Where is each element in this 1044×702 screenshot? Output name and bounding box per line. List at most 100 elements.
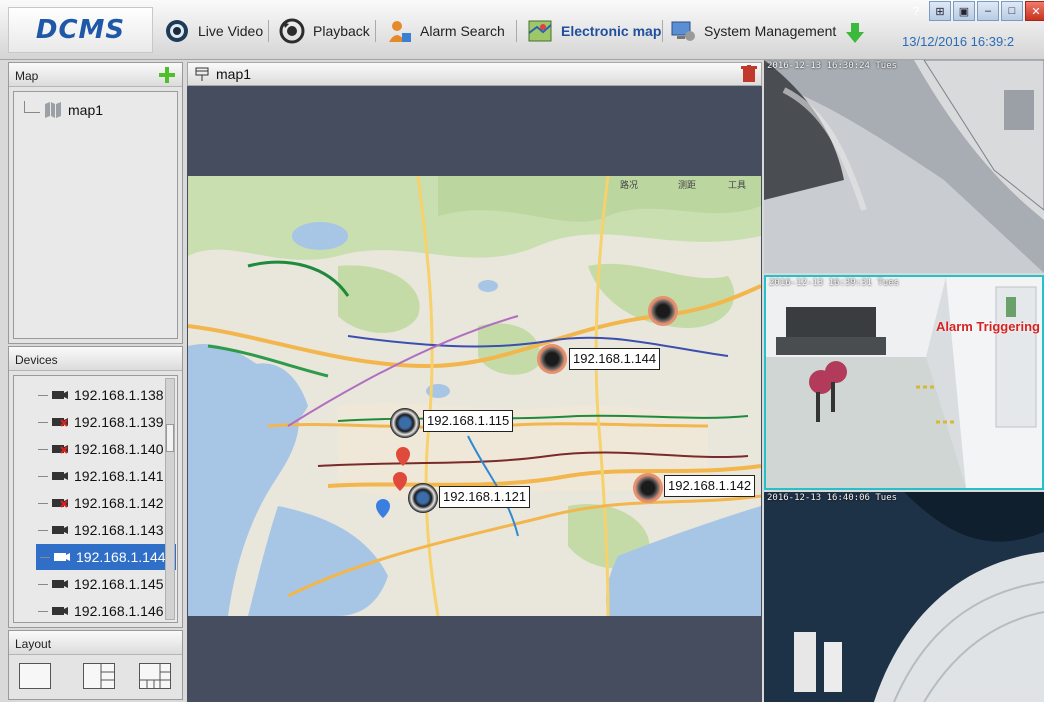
layout-panel-header: Layout — [9, 631, 182, 655]
camera-label: 192.168.1.115 — [423, 410, 514, 432]
map-measure-tool[interactable]: 测距 — [678, 178, 696, 191]
tree-connector — [24, 101, 40, 113]
map-view-header: map1 — [187, 62, 762, 86]
tree-connector — [38, 610, 48, 612]
video-osd-timestamp: 2016-12-13 16:40:06 Tues — [767, 493, 898, 503]
help-button[interactable]: ? — [905, 1, 927, 21]
multi-screen-button[interactable]: ⊞ — [929, 1, 951, 21]
devices-panel: Devices 192.168.1.138 192.168.1.139 192.16… — [8, 346, 183, 628]
alarm-search-icon — [389, 21, 411, 42]
nav-electronic-map[interactable]: Electronic map — [527, 14, 661, 48]
camera-offline-icon — [52, 418, 68, 427]
dcms-window: DCMS Live Video Playback Alarm Search El… — [0, 0, 1044, 702]
clock: 13/12/2016 16:39:2 — [902, 34, 1015, 49]
device-ip-label: 192.168.1.146 — [74, 603, 164, 619]
device-ip-label: 192.168.1.139 — [74, 414, 164, 430]
nav-separator — [375, 20, 376, 42]
map-tools-tool[interactable]: 工具 — [728, 178, 746, 191]
camera-feed — [766, 277, 1042, 488]
layout-grid-button[interactable] — [139, 663, 171, 689]
layout-single-button[interactable] — [19, 663, 51, 689]
tree-connector — [38, 475, 48, 477]
device-ip-label: 192.168.1.142 — [74, 495, 164, 511]
layout-split-button[interactable] — [83, 663, 115, 689]
device-item[interactable]: 192.168.1.138 — [34, 382, 174, 408]
map-tree-item-label: map1 — [68, 102, 104, 118]
camera-icon — [52, 607, 68, 615]
device-ip-label: 192.168.1.141 — [74, 468, 164, 484]
camera-icon — [52, 472, 68, 480]
map-view-title: map1 — [216, 66, 252, 82]
camera-feed — [764, 492, 1044, 702]
device-list-scrollbar[interactable] — [165, 378, 175, 620]
nav-live-video[interactable]: Live Video — [164, 14, 263, 48]
map-tree: map1 — [13, 91, 178, 339]
camera-label: 192.168.1.121 — [439, 486, 531, 508]
map-panel-header: Map — [9, 63, 182, 87]
camera-marker-alarm[interactable] — [648, 296, 678, 326]
device-item[interactable]: 192.168.1.140 — [34, 436, 174, 462]
camera-offline-icon — [52, 445, 68, 454]
map-pin-icon — [195, 67, 209, 81]
nav-alarm-search[interactable]: Alarm Search — [386, 14, 505, 48]
nav-live-video-label: Live Video — [198, 23, 264, 39]
playback-icon — [279, 18, 305, 44]
device-item[interactable]: 192.168.1.141 — [34, 463, 174, 489]
layout-grid-icon — [140, 664, 170, 688]
tree-connector — [38, 502, 48, 504]
nav-alarm-search-label: Alarm Search — [420, 23, 505, 39]
device-ip-label: 192.168.1.144 — [76, 549, 166, 565]
camera-icon — [52, 526, 68, 534]
tree-connector — [38, 583, 48, 585]
camera-offline-icon — [52, 499, 68, 508]
camera-marker-192-168-1-121[interactable] — [408, 483, 438, 513]
nav-playback[interactable]: Playback — [279, 14, 370, 48]
tree-connector — [38, 421, 48, 423]
video-pane[interactable]: 2016-12-13 16:30:24 Tues — [764, 60, 1044, 273]
device-item[interactable]: 192.168.1.144 — [36, 544, 176, 570]
layout-panel: Layout — [8, 630, 183, 700]
scrollbar-thumb[interactable] — [166, 424, 174, 452]
top-toolbar: DCMS Live Video Playback Alarm Search El… — [0, 0, 1044, 60]
device-ip-label: 192.168.1.143 — [74, 522, 164, 538]
devices-panel-title: Devices — [15, 353, 58, 367]
camera-label: 192.168.1.144 — [569, 348, 661, 370]
maximize-button[interactable]: □ — [1001, 1, 1023, 21]
nav-playback-label: Playback — [313, 23, 370, 39]
video-osd-timestamp: 2016-12-13 16:30:24 Tues — [767, 61, 898, 71]
electronic-map[interactable]: 路况 测距 工具 — [188, 176, 761, 616]
map-canvas[interactable]: 路况 测距 工具 192.168.1.144 192.168.1.115 192… — [187, 86, 762, 702]
camera-marker-192-168-1-144[interactable] — [537, 344, 567, 374]
camera-label: 192.168.1.142 — [664, 475, 756, 497]
tree-connector — [38, 394, 48, 396]
video-pane[interactable]: 2016-12-13 16:40:06 Tues — [764, 492, 1044, 702]
device-item[interactable]: 192.168.1.146 — [34, 598, 174, 622]
device-ip-label: 192.168.1.145 — [74, 576, 164, 592]
device-item[interactable]: 192.168.1.139 — [34, 409, 174, 435]
minimize-button[interactable]: – — [977, 1, 999, 21]
tree-connector — [38, 529, 48, 531]
nav-system-management-label: System Management — [704, 23, 837, 39]
layout-split-icon — [100, 664, 114, 688]
nav-electronic-map-label: Electronic map — [561, 23, 662, 39]
device-item[interactable]: 192.168.1.143 — [34, 517, 174, 543]
camera-marker-192-168-1-142[interactable] — [633, 473, 663, 503]
close-button[interactable]: ✕ — [1025, 1, 1044, 21]
download-icon[interactable] — [845, 22, 865, 44]
nav-system-management[interactable]: System Management — [670, 14, 836, 48]
camera-icon — [52, 580, 68, 588]
video-pane-active[interactable]: 2016-12-13 16:39:31 Tues Alarm Triggerin… — [764, 275, 1044, 490]
alarm-triggering-label: Alarm Triggering — [935, 319, 1040, 334]
device-item[interactable]: 192.168.1.142 — [34, 490, 174, 516]
camera-marker-192-168-1-115[interactable] — [390, 408, 420, 438]
nav-separator — [662, 20, 663, 42]
map-tree-item[interactable]: map1 — [24, 101, 104, 118]
delete-icon[interactable] — [741, 65, 757, 83]
system-management-icon — [671, 21, 695, 41]
lock-button[interactable]: ▣ — [953, 1, 975, 21]
add-map-icon[interactable] — [158, 66, 176, 84]
map-traffic-tool[interactable]: 路况 — [620, 178, 638, 191]
map-panel-title: Map — [15, 69, 39, 83]
camera-icon — [52, 391, 68, 399]
device-item[interactable]: 192.168.1.145 — [34, 571, 174, 597]
